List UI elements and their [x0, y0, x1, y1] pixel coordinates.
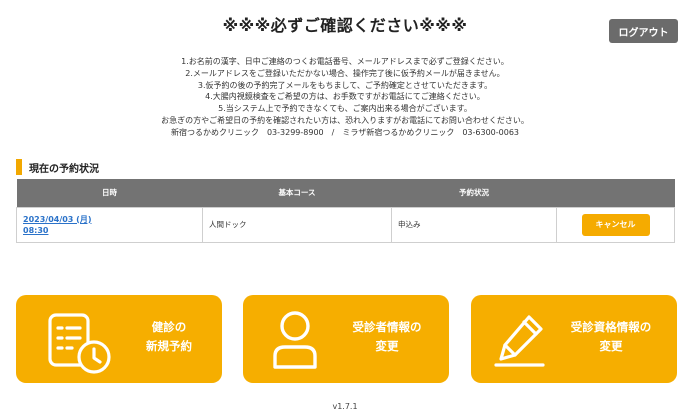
notice-line: 4.大腸内視鏡検査をご希望の方は、お手数ですがお電話にてご連絡ください。: [205, 92, 485, 102]
user-icon: [271, 309, 319, 375]
patient-info-change-tile[interactable]: 受診者情報の 変更: [243, 295, 449, 383]
tile-label: 健診の 新規予約: [146, 320, 192, 353]
cancel-reservation-button[interactable]: キャンセル: [581, 213, 650, 236]
notice-line: 3.仮予約の後の予約完了メールをもちまして、ご予約確定とさせていただきます。: [197, 80, 493, 90]
reservation-action-cell: キャンセル: [556, 206, 675, 243]
notice-line: 2.メールアドレスをご登録いただかない場合、操作完了後に仮予約メールが届きません…: [185, 68, 505, 78]
reservation-table: 日時 基本コース 予約状況 2023/04/03 (月) 08:30 人間ドック…: [16, 179, 675, 243]
column-header-status: 予約状況: [391, 179, 557, 207]
reservation-status-cell: 申込み: [391, 206, 557, 243]
page-title: ※※※必ずご確認ください※※※: [222, 16, 468, 35]
notice-line: 5.当システム上で予約できなくても、ご案内出来る場合がございます。: [218, 104, 472, 114]
reservation-date: 2023/04/03 (月): [23, 214, 92, 224]
reservation-status-heading: 現在の予約状況: [16, 159, 99, 175]
notice-line: お急ぎの方やご希望日の予約を確認されたい方は、恐れ入りますがお電話にてお問い合わ…: [161, 115, 529, 125]
notice-block: 1.お名前の漢字、日中ご連絡のつくお電話番号、メールアドレスまで必ずご登録くださ…: [0, 56, 690, 139]
action-tiles: 健診の 新規予約 受診者情報の 変更 受診資格情報の 変更: [16, 295, 677, 383]
eligibility-info-change-tile[interactable]: 受診資格情報の 変更: [471, 295, 677, 383]
table-header-row: 日時 基本コース 予約状況: [16, 179, 675, 207]
logout-button[interactable]: ログアウト: [609, 19, 678, 43]
tile-label: 受診資格情報の 変更: [570, 320, 652, 353]
section-title: 現在の予約状況: [29, 163, 99, 175]
table-row: 2023/04/03 (月) 08:30 人間ドック 申込み キャンセル: [16, 206, 675, 243]
reservation-datetime-link[interactable]: 2023/04/03 (月) 08:30: [23, 214, 196, 236]
column-header-course: 基本コース: [202, 179, 392, 207]
version-label: v1.7.1: [332, 402, 358, 411]
notice-line: 1.お名前の漢字、日中ご連絡のつくお電話番号、メールアドレスまで必ずご登録くださ…: [181, 57, 509, 66]
clipboard-clock-icon: [46, 313, 114, 379]
pencil-icon: [493, 311, 551, 373]
new-checkup-reservation-tile[interactable]: 健診の 新規予約: [16, 295, 222, 383]
tile-label: 受診者情報の 変更: [352, 320, 422, 353]
reservation-datetime-cell: 2023/04/03 (月) 08:30: [16, 206, 203, 243]
heading-accent-bar: [16, 159, 22, 175]
column-header-action: [556, 179, 675, 207]
column-header-datetime: 日時: [16, 179, 203, 207]
reservation-course-cell: 人間ドック: [202, 206, 392, 243]
notice-contact-line: 新宿つるかめクリニック 03-3299-8900 / ミラザ新宿つるかめクリニッ…: [170, 127, 520, 137]
reservation-time: 08:30: [23, 225, 49, 235]
